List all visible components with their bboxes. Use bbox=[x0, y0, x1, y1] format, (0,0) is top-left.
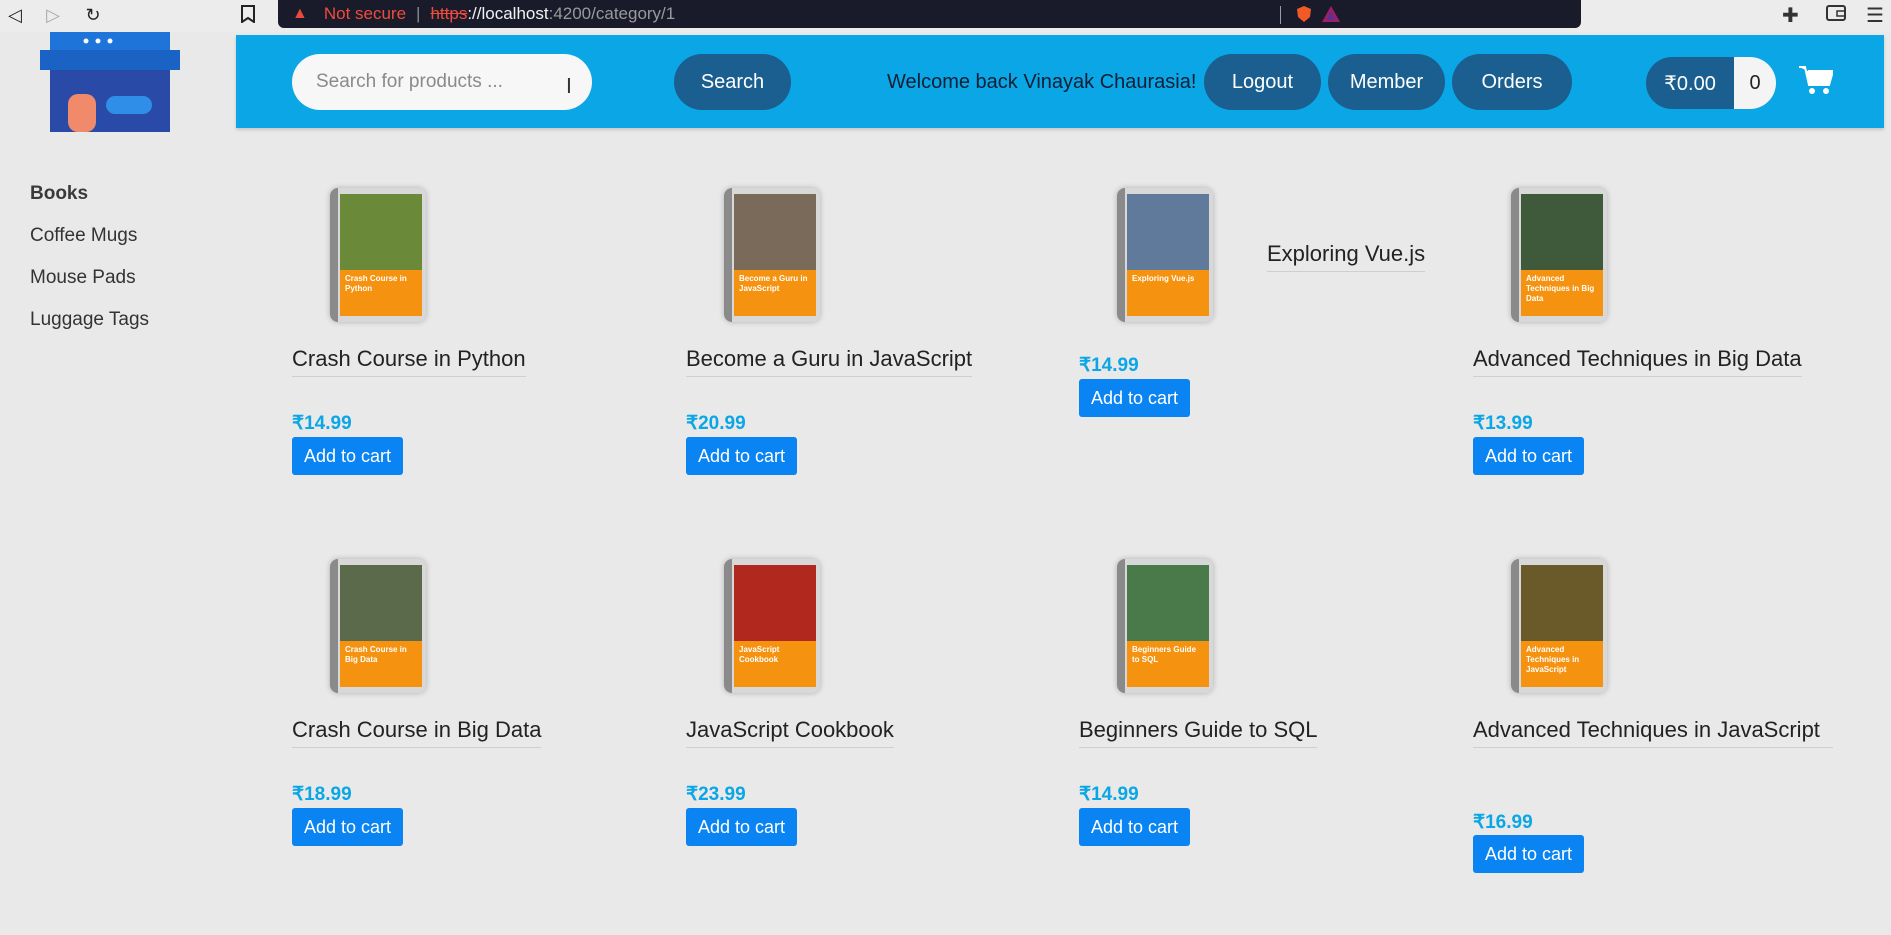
browser-toolbar: ◁ ▷ ↻ ▲ Not secure | https://localhost:4… bbox=[0, 0, 1891, 32]
reload-icon[interactable]: ↻ bbox=[78, 0, 108, 30]
product-title[interactable]: Crash Course in Big Data bbox=[292, 716, 542, 748]
search-input[interactable] bbox=[292, 54, 592, 110]
store-logo[interactable] bbox=[38, 32, 182, 134]
cover-photo bbox=[1127, 565, 1209, 641]
url-scheme: https bbox=[430, 4, 468, 23]
product-title[interactable]: Advanced Techniques in Big Data bbox=[1473, 345, 1802, 377]
site-header: I Search Welcome back Vinayak Chaurasia!… bbox=[236, 35, 1884, 128]
bookmark-icon[interactable] bbox=[240, 5, 256, 23]
book-spine bbox=[1511, 559, 1519, 693]
address-bar[interactable]: ▲ Not secure | https://localhost:4200/ca… bbox=[278, 0, 1581, 28]
extensions-icon[interactable]: ✚ bbox=[1782, 3, 1799, 28]
product-title[interactable]: Exploring Vue.js bbox=[1267, 240, 1426, 272]
wallet-icon[interactable] bbox=[1825, 4, 1847, 22]
add-to-cart-button[interactable]: Add to cart bbox=[686, 437, 798, 475]
cover-title: Advanced Techniques in Big Data bbox=[1526, 274, 1595, 303]
welcome-message: Welcome back Vinayak Chaurasia! bbox=[887, 71, 1197, 93]
cover-photo bbox=[1127, 194, 1209, 270]
book-cover[interactable]: Exploring Vue.js bbox=[1117, 188, 1213, 322]
product-price: ₹16.99 bbox=[1473, 812, 1533, 833]
cover-title: Become a Guru in JavaScript bbox=[739, 274, 808, 293]
cover-photo bbox=[340, 194, 422, 270]
product-price: ₹14.99 bbox=[1079, 355, 1139, 376]
book-cover[interactable]: Crash Course in Python bbox=[330, 188, 426, 322]
address-separator: | bbox=[416, 4, 421, 23]
category-coffee-mugs[interactable]: Coffee Mugs bbox=[30, 224, 149, 247]
cover-photo bbox=[734, 194, 816, 270]
product-price: ₹23.99 bbox=[686, 784, 746, 805]
product-price: ₹14.99 bbox=[1079, 784, 1139, 805]
book-spine bbox=[724, 559, 732, 693]
product-title[interactable]: JavaScript Cookbook bbox=[686, 716, 894, 748]
cover-title: Beginners Guide to SQL bbox=[1132, 645, 1197, 664]
back-icon[interactable]: ◁ bbox=[0, 0, 30, 30]
rewards-icon[interactable] bbox=[1321, 5, 1341, 23]
cover-photo bbox=[340, 565, 422, 641]
add-to-cart-button[interactable]: Add to cart bbox=[1473, 835, 1585, 873]
category-mouse-pads[interactable]: Mouse Pads bbox=[30, 266, 149, 289]
cart-total[interactable]: ₹0.00 bbox=[1646, 57, 1734, 109]
cover-photo bbox=[1521, 194, 1603, 270]
product-price: ₹13.99 bbox=[1473, 413, 1533, 434]
category-luggage-tags[interactable]: Luggage Tags bbox=[30, 308, 149, 331]
search-button[interactable]: Search bbox=[674, 54, 791, 110]
shopping-cart-icon[interactable] bbox=[1799, 65, 1833, 95]
member-button[interactable]: Member bbox=[1328, 54, 1445, 110]
url-path: :4200/category/1 bbox=[548, 4, 676, 23]
cover-title: JavaScript Cookbook bbox=[739, 645, 780, 664]
text-cursor-icon: I bbox=[566, 74, 572, 98]
book-cover[interactable]: Crash Course in Big Data bbox=[330, 559, 426, 693]
brave-shield-icon[interactable] bbox=[1295, 5, 1313, 23]
product-title[interactable]: Become a Guru in JavaScript bbox=[686, 345, 973, 377]
cover-photo bbox=[1521, 565, 1603, 641]
book-cover[interactable]: Beginners Guide to SQL bbox=[1117, 559, 1213, 693]
cover-title: Advanced Techniques in JavaScript bbox=[1526, 645, 1580, 674]
book-cover[interactable]: Become a Guru in JavaScript bbox=[724, 188, 820, 322]
forward-icon[interactable]: ▷ bbox=[38, 0, 68, 30]
menu-icon[interactable]: ☰ bbox=[1866, 3, 1884, 28]
add-to-cart-button[interactable]: Add to cart bbox=[686, 808, 798, 846]
category-sidebar: Books Coffee Mugs Mouse Pads Luggage Tag… bbox=[30, 182, 149, 350]
product-title[interactable]: Advanced Techniques in JavaScript bbox=[1473, 716, 1833, 748]
cart-count[interactable]: 0 bbox=[1734, 57, 1776, 109]
book-spine bbox=[330, 188, 338, 322]
add-to-cart-button[interactable]: Add to cart bbox=[1473, 437, 1585, 475]
add-to-cart-button[interactable]: Add to cart bbox=[1079, 379, 1191, 417]
add-to-cart-button[interactable]: Add to cart bbox=[292, 437, 404, 475]
book-cover[interactable]: JavaScript Cookbook bbox=[724, 559, 820, 693]
warning-icon: ▲ bbox=[292, 5, 308, 22]
cover-title: Exploring Vue.js bbox=[1132, 274, 1195, 283]
book-spine bbox=[330, 559, 338, 693]
category-books[interactable]: Books bbox=[30, 182, 149, 205]
book-cover[interactable]: Advanced Techniques in JavaScript bbox=[1511, 559, 1607, 693]
orders-button[interactable]: Orders bbox=[1452, 54, 1572, 110]
add-to-cart-button[interactable]: Add to cart bbox=[292, 808, 404, 846]
product-title[interactable]: Beginners Guide to SQL bbox=[1079, 716, 1318, 748]
cover-photo bbox=[734, 565, 816, 641]
url-host: ://localhost bbox=[467, 4, 549, 23]
book-spine bbox=[1117, 188, 1125, 322]
book-spine bbox=[724, 188, 732, 322]
product-title[interactable]: Crash Course in Python bbox=[292, 345, 526, 377]
book-cover[interactable]: Advanced Techniques in Big Data bbox=[1511, 188, 1607, 322]
logout-button[interactable]: Logout bbox=[1204, 54, 1321, 110]
book-spine bbox=[1511, 188, 1519, 322]
product-price: ₹18.99 bbox=[292, 784, 352, 805]
book-spine bbox=[1117, 559, 1125, 693]
divider bbox=[1280, 6, 1281, 24]
product-price: ₹14.99 bbox=[292, 413, 352, 434]
add-to-cart-button[interactable]: Add to cart bbox=[1079, 808, 1191, 846]
security-label: Not secure bbox=[323, 4, 407, 23]
cover-title: Crash Course in Python bbox=[345, 274, 407, 293]
cover-title: Crash Course in Big Data bbox=[345, 645, 407, 664]
product-price: ₹20.99 bbox=[686, 413, 746, 434]
